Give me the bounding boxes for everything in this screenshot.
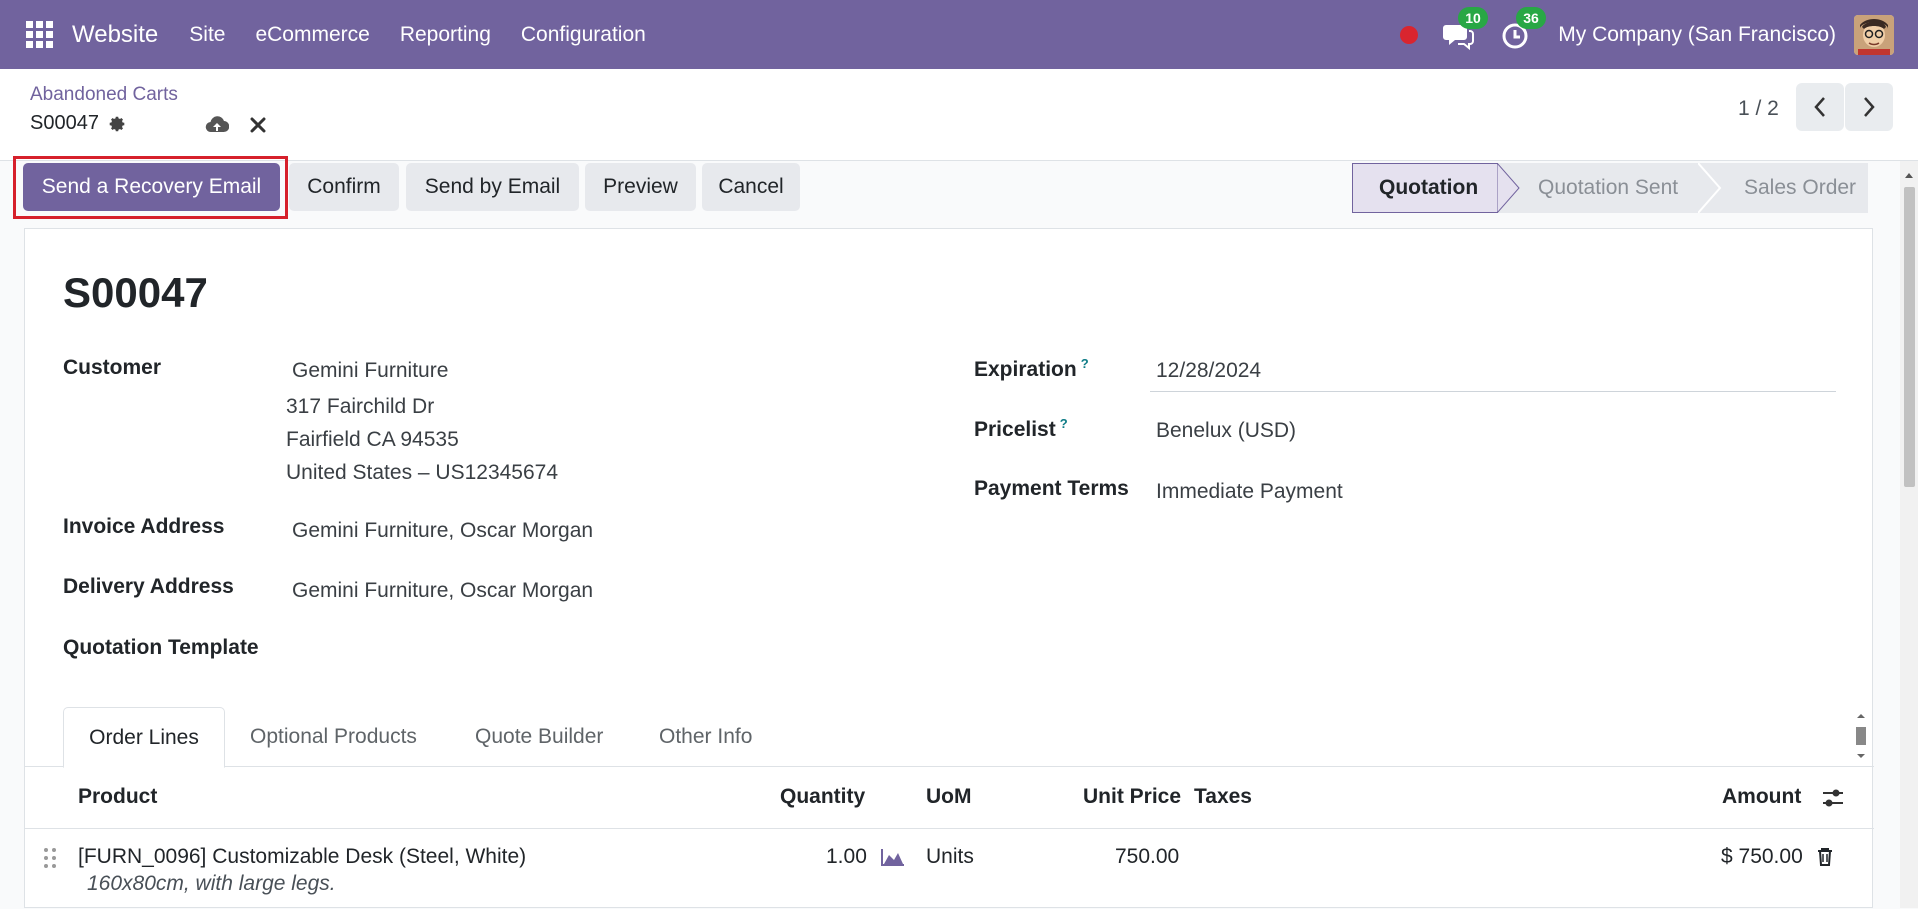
- column-unit-price[interactable]: Unit Price: [1083, 785, 1181, 809]
- trash-icon[interactable]: [1816, 847, 1834, 867]
- user-avatar[interactable]: [1854, 14, 1894, 55]
- row-uom[interactable]: Units: [926, 845, 974, 869]
- control-panel: Abandoned Carts S00047 1 / 2: [0, 69, 1918, 161]
- scroll-thumb[interactable]: [1904, 187, 1915, 487]
- breadcrumb-current-record: S00047: [30, 112, 127, 135]
- expiration-help-icon[interactable]: ?: [1081, 356, 1089, 371]
- payment-terms-label: Payment Terms: [974, 477, 1129, 500]
- recording-indicator-icon[interactable]: [1400, 25, 1419, 44]
- confirm-button[interactable]: Confirm: [289, 163, 399, 211]
- close-discard-icon[interactable]: [249, 116, 267, 134]
- stage-arrow-1: [1497, 163, 1520, 213]
- tab-quote-builder[interactable]: Quote Builder: [475, 707, 603, 767]
- activities-clock-icon[interactable]: 36: [1500, 6, 1546, 51]
- page-title: S00047: [63, 269, 208, 316]
- order-lines-header: Product Quantity UoM Unit Price Taxes Am…: [25, 767, 1874, 829]
- scroll-up-arrow-icon: [1905, 173, 1913, 178]
- breadcrumb-abandoned-carts[interactable]: Abandoned Carts: [30, 84, 178, 106]
- customer-label: Customer: [63, 356, 162, 379]
- cloud-upload-save-icon[interactable]: [205, 114, 230, 136]
- menu-reporting[interactable]: Reporting: [400, 23, 491, 47]
- row-product[interactable]: [FURN_0096] Customizable Desk (Steel, Wh…: [78, 845, 526, 869]
- quotation-template-label: Quotation Template: [63, 636, 259, 659]
- app-brand[interactable]: Website: [72, 21, 158, 49]
- payment-terms-field[interactable]: Immediate Payment: [1156, 480, 1343, 504]
- record-name-label: S00047: [30, 112, 99, 134]
- row-unit-price[interactable]: 750.00: [1115, 845, 1179, 869]
- chevron-left-icon: [1814, 97, 1825, 117]
- pricelist-label: Pricelist?: [974, 416, 1068, 442]
- form-sheet: S00047 Customer Gemini Furniture 317 Fai…: [24, 228, 1874, 909]
- menu-site[interactable]: Site: [189, 23, 225, 47]
- messages-count-badge: 10: [1458, 6, 1488, 29]
- column-taxes[interactable]: Taxes: [1194, 785, 1252, 809]
- tab-order-lines[interactable]: Order Lines: [63, 707, 225, 768]
- gear-icon[interactable]: [107, 114, 127, 134]
- top-navbar: Website Site eCommerce Reporting Configu…: [0, 0, 1918, 69]
- status-bar: Send a Recovery Email Confirm Send by Em…: [0, 156, 1900, 229]
- expiration-label: Expiration?: [974, 356, 1089, 382]
- tab-other-info[interactable]: Other Info: [659, 707, 752, 767]
- customer-city: Fairfield CA 94535: [286, 428, 459, 451]
- main-scrollbar[interactable]: [1900, 161, 1918, 908]
- activities-count-badge: 36: [1516, 6, 1546, 29]
- company-switcher[interactable]: My Company (San Francisco): [1558, 23, 1836, 47]
- row-quantity[interactable]: 1.00: [826, 845, 867, 869]
- delivery-address-field[interactable]: Gemini Furniture, Oscar Morgan: [292, 579, 593, 603]
- pager-value[interactable]: 1 / 2: [1738, 97, 1779, 121]
- customer-street: 317 Fairchild Dr: [286, 395, 435, 418]
- stage-sales-order[interactable]: Sales Order: [1698, 163, 1868, 213]
- customer-field[interactable]: Gemini Furniture: [292, 359, 448, 383]
- notebook-tabs: Order Lines Optional Products Quote Buil…: [25, 707, 1874, 768]
- pricelist-help-icon[interactable]: ?: [1060, 416, 1068, 431]
- column-amount[interactable]: Amount: [1722, 785, 1801, 809]
- pager-next-button[interactable]: [1845, 83, 1893, 131]
- customer-country: United States – US12345674: [286, 461, 559, 484]
- stage-quotation-sent[interactable]: Quotation Sent: [1498, 163, 1698, 213]
- pricelist-field[interactable]: Benelux (USD): [1156, 419, 1296, 443]
- drag-handle-icon[interactable]: [43, 847, 57, 869]
- send-by-email-button[interactable]: Send by Email: [406, 163, 579, 211]
- invoice-address-field[interactable]: Gemini Furniture, Oscar Morgan: [292, 519, 593, 543]
- menu-ecommerce[interactable]: eCommerce: [255, 23, 369, 47]
- pager-previous-button[interactable]: [1796, 83, 1844, 131]
- delivery-address-label: Delivery Address: [63, 575, 234, 598]
- pricelist-label-text: Pricelist: [974, 418, 1056, 441]
- inner-scrollbar[interactable]: [1852, 710, 1870, 762]
- stage-quotation[interactable]: Quotation: [1352, 163, 1498, 213]
- preview-button[interactable]: Preview: [585, 163, 696, 211]
- column-uom[interactable]: UoM: [926, 785, 972, 809]
- forecast-chart-icon[interactable]: [880, 847, 906, 867]
- column-quantity[interactable]: Quantity: [780, 785, 865, 809]
- tab-optional-products[interactable]: Optional Products: [250, 707, 417, 767]
- expiration-field[interactable]: 12/28/2024: [1156, 359, 1261, 383]
- column-product[interactable]: Product: [78, 785, 157, 809]
- optional-columns-sliders-icon[interactable]: [1821, 787, 1845, 809]
- cancel-button[interactable]: Cancel: [702, 163, 800, 211]
- expiration-label-text: Expiration: [974, 358, 1077, 381]
- row-description: 160x80cm, with large legs.: [87, 872, 336, 895]
- row-amount: $ 750.00: [1721, 845, 1803, 868]
- stage-pipeline: Quotation Quotation Sent Sales Order: [1352, 163, 1868, 213]
- messages-icon[interactable]: 10: [1442, 6, 1488, 51]
- menu-configuration[interactable]: Configuration: [521, 23, 646, 47]
- expiration-field-underline: [1150, 391, 1836, 392]
- invoice-address-label: Invoice Address: [63, 515, 225, 538]
- chevron-right-icon: [1864, 97, 1875, 117]
- table-row[interactable]: [FURN_0096] Customizable Desk (Steel, Wh…: [25, 829, 1874, 909]
- stage-arrow-2: [1698, 163, 1722, 213]
- send-recovery-email-button[interactable]: Send a Recovery Email: [23, 163, 280, 211]
- apps-grid-icon[interactable]: [26, 20, 54, 49]
